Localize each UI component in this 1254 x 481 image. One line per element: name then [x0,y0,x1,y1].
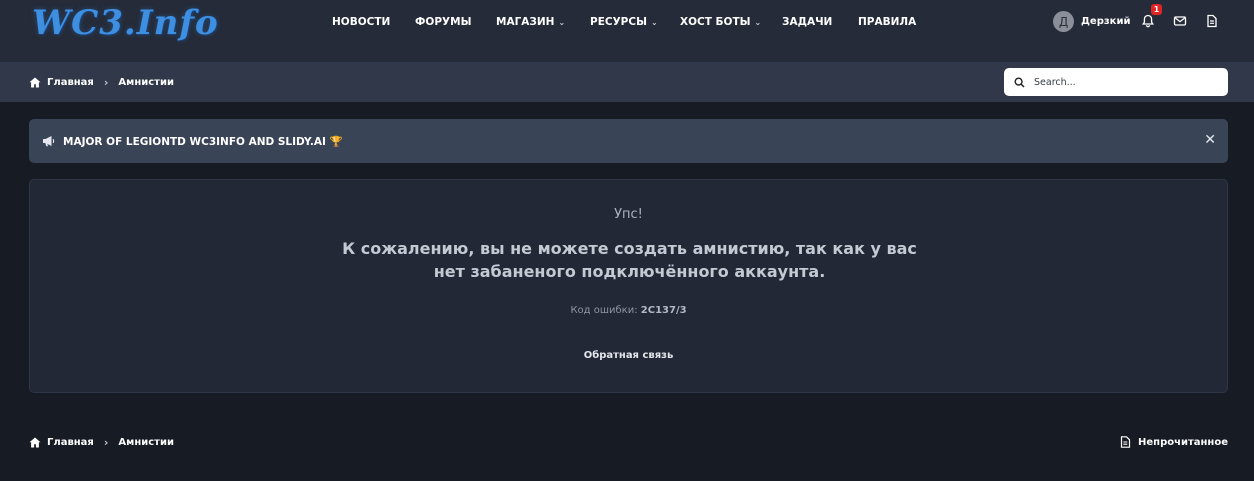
footer-breadcrumb-current[interactable]: Амнистии [118,437,174,448]
bell-icon[interactable] [1141,14,1155,28]
chevron-down-icon: ⌄ [650,17,658,27]
search-box[interactable] [1004,68,1228,96]
unread-link[interactable]: Непрочитанное [1120,436,1228,448]
search-icon [1014,76,1025,88]
notice-text[interactable]: MAJOR OF LEGIONTD WC3INFO AND SLIDY.AI 🏆 [63,135,343,148]
feedback-link[interactable]: Обратная связь [30,350,1227,361]
error-code: Код ошибки: 2C137/3 [570,305,687,316]
envelope-icon[interactable] [1173,14,1187,28]
nav-rules[interactable]: ПРАВИЛА [858,16,916,28]
footer-breadcrumb: Главная › Амнистии [29,436,174,449]
breadcrumb-bar: Главная › Амнистии [0,62,1254,102]
username: Дерзкий [1081,16,1131,27]
megaphone-icon [43,136,55,147]
notice-banner: MAJOR OF LEGIONTD WC3INFO AND SLIDY.AI 🏆… [29,119,1228,163]
notification-badge: 1 [1151,4,1162,15]
chevron-right-icon: › [103,436,109,449]
footer-breadcrumb-home[interactable]: Главная [47,437,94,448]
nav-resources[interactable]: РЕСУРСЫ ⌄ [590,16,658,28]
error-title: Упс! [614,207,643,222]
nav-host-bots[interactable]: ХОСТ БОТЫ ⌄ [680,16,761,28]
user-menu[interactable]: Д Дерзкий [1053,11,1130,32]
chevron-down-icon: ⌄ [558,17,566,27]
site-header: WC3.Info НОВОСТИ ФОРУМЫ МАГАЗИН ⌄ РЕСУРС… [0,0,1254,62]
document-icon[interactable] [1205,14,1219,28]
breadcrumb: Главная › Амнистии [29,76,174,89]
nav-tasks[interactable]: ЗАДАЧИ [782,16,832,28]
document-icon [1120,436,1131,448]
nav-forums[interactable]: ФОРУМЫ [415,16,471,28]
home-icon[interactable] [29,437,41,448]
error-message: К сожалению, вы не можете создать амнист… [342,239,917,281]
nav-shop[interactable]: МАГАЗИН ⌄ [496,16,565,28]
close-icon[interactable]: ✕ [1204,132,1216,148]
nav-news[interactable]: НОВОСТИ [332,16,390,28]
error-panel: Упс! К сожалению, вы не можете создать а… [29,179,1228,393]
chevron-down-icon: ⌄ [754,17,762,27]
search-input[interactable] [1034,76,1204,88]
chevron-right-icon: › [103,76,109,89]
breadcrumb-current[interactable]: Амнистии [118,77,174,88]
avatar: Д [1053,11,1074,32]
home-icon[interactable] [29,77,41,88]
breadcrumb-home[interactable]: Главная [47,77,94,88]
